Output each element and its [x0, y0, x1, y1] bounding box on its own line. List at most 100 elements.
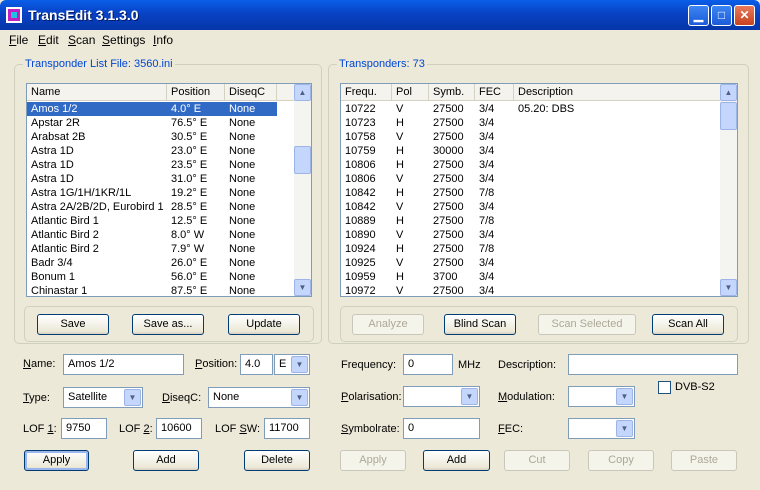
column-description[interactable]: Description	[514, 84, 722, 101]
transponder-row[interactable]: 10722 V 27500 3/4 05.20: DBS	[341, 102, 722, 116]
transponder-row[interactable]: 10890 V 27500 3/4	[341, 228, 722, 242]
satellite-row[interactable]: Atlantic Bird 2 8.0° W None	[27, 228, 277, 242]
scroll-down-arrow-icon[interactable]: ▼	[720, 279, 737, 296]
menu-file[interactable]: File	[9, 33, 28, 47]
satellite-position-cell: 56.0° E	[171, 271, 208, 283]
fec-cell: 3/4	[479, 285, 495, 297]
column-name[interactable]: Name	[27, 84, 167, 101]
title-bar[interactable]: TransEdit 3.1.3.0 ▁ □ ✕	[0, 0, 760, 30]
satellite-position-cell: 12.5° E	[171, 215, 208, 227]
fec-cell: 3/4	[479, 103, 495, 115]
transponder-row[interactable]: 10842 V 27500 3/4	[341, 200, 722, 214]
column-position[interactable]: Position	[167, 84, 225, 101]
satellite-row[interactable]: Astra 1D 31.0° E None	[27, 172, 277, 186]
type-select[interactable]: Satellite ▼	[63, 387, 143, 408]
transponder-row[interactable]: 10924 H 27500 7/8	[341, 242, 722, 256]
menu-info[interactable]: Info	[153, 33, 173, 47]
transponder-row[interactable]: 10806 H 27500 3/4	[341, 158, 722, 172]
satellite-row[interactable]: Arabsat 2B 30.5° E None	[27, 130, 277, 144]
polarisation-cell: H	[396, 271, 404, 283]
menu-settings[interactable]: Settings	[102, 33, 145, 47]
transponder-row[interactable]: 10723 H 27500 3/4	[341, 116, 722, 130]
cut-button[interactable]: Cut	[504, 450, 570, 471]
menu-scan[interactable]: Scan	[68, 33, 95, 47]
paste-button[interactable]: Paste	[671, 450, 737, 471]
satellite-name-cell: Astra 1D	[31, 159, 74, 171]
scan-all-button[interactable]: Scan All	[652, 314, 724, 335]
delete-button[interactable]: Delete	[244, 450, 310, 471]
fec-select[interactable]: ▼	[568, 418, 635, 439]
update-button[interactable]: Update	[228, 314, 300, 335]
blind-scan-button[interactable]: Blind Scan	[444, 314, 516, 335]
scroll-thumb[interactable]	[294, 146, 311, 174]
symbolrate-input[interactable]: 0	[403, 418, 480, 439]
column-frequency[interactable]: Frequ.	[341, 84, 392, 101]
satellite-row[interactable]: Atlantic Bird 2 7.9° W None	[27, 242, 277, 256]
transponder-row[interactable]: 10758 V 27500 3/4	[341, 130, 722, 144]
chevron-down-icon[interactable]: ▼	[291, 356, 308, 373]
transponder-row[interactable]: 10806 V 27500 3/4	[341, 172, 722, 186]
chevron-down-icon[interactable]: ▼	[291, 389, 308, 406]
description-input[interactable]	[568, 354, 738, 375]
chevron-down-icon[interactable]: ▼	[616, 420, 633, 437]
lofsw-input[interactable]: 11700	[264, 418, 310, 439]
satellite-diseqc-cell: None	[229, 103, 256, 115]
transponder-row[interactable]: 10889 H 27500 7/8	[341, 214, 722, 228]
left-add-button[interactable]: Add	[133, 450, 199, 471]
close-button[interactable]: ✕	[734, 5, 755, 26]
lof2-input[interactable]: 10600	[156, 418, 202, 439]
scroll-thumb[interactable]	[720, 102, 737, 130]
position-direction-select[interactable]: E ▼	[274, 354, 310, 375]
transponder-row[interactable]: 10959 H 3700 3/4	[341, 270, 722, 284]
transponder-list[interactable]: Frequ. Pol Symb. FEC Description 10722 V 2…	[340, 83, 738, 297]
save-button[interactable]: Save	[37, 314, 109, 335]
column-diseqc[interactable]: DiseqC	[225, 84, 277, 101]
right-apply-button[interactable]: Apply	[340, 450, 406, 471]
satellite-row[interactable]: Astra 1D 23.0° E None	[27, 144, 277, 158]
polarisation-select[interactable]: ▼	[403, 386, 480, 407]
scan-selected-button[interactable]: Scan Selected	[538, 314, 636, 335]
chevron-down-icon[interactable]: ▼	[461, 388, 478, 405]
satellite-row[interactable]: Astra 1G/1H/1KR/1L 19.2° E None	[27, 186, 277, 200]
lof1-input[interactable]: 9750	[61, 418, 107, 439]
right-add-button[interactable]: Add	[423, 450, 490, 471]
minimize-button[interactable]: ▁	[688, 5, 709, 26]
modulation-select[interactable]: ▼	[568, 386, 635, 407]
satellite-list-scrollbar[interactable]: ▲ ▼	[294, 84, 311, 296]
scroll-up-arrow-icon[interactable]: ▲	[294, 84, 311, 101]
save-as-button[interactable]: Save as...	[132, 314, 204, 335]
menu-edit[interactable]: Edit	[38, 33, 59, 47]
scroll-down-arrow-icon[interactable]: ▼	[294, 279, 311, 296]
column-symbolrate[interactable]: Symb.	[429, 84, 475, 101]
name-input[interactable]: Amos 1/2	[63, 354, 184, 375]
satellite-row[interactable]: Amos 1/2 4.0° E None	[27, 102, 277, 116]
transponder-row[interactable]: 10972 V 27500 3/4	[341, 284, 722, 297]
chevron-down-icon[interactable]: ▼	[616, 388, 633, 405]
satellite-row[interactable]: Chinastar 1 87.5° E None	[27, 284, 277, 296]
transponder-list-scrollbar[interactable]: ▲ ▼	[720, 84, 737, 296]
chevron-down-icon[interactable]: ▼	[124, 389, 141, 406]
copy-button[interactable]: Copy	[588, 450, 654, 471]
left-apply-button[interactable]: Apply	[24, 450, 89, 471]
frequency-label: Frequency:	[341, 359, 397, 371]
satellite-row[interactable]: Apstar 2R 76.5° E None	[27, 116, 277, 130]
transponder-row[interactable]: 10842 H 27500 7/8	[341, 186, 722, 200]
frequency-input[interactable]: 0	[403, 354, 453, 375]
satellite-row[interactable]: Atlantic Bird 1 12.5° E None	[27, 214, 277, 228]
satellite-list[interactable]: Name Position DiseqC Amos 1/2 4.0° E None A…	[26, 83, 312, 297]
satellite-row[interactable]: Badr 3/4 26.0° E None	[27, 256, 277, 270]
symbolrate-cell: 30000	[433, 145, 464, 157]
satellite-row[interactable]: Bonum 1 56.0° E None	[27, 270, 277, 284]
dvb-s2-checkbox[interactable]	[658, 381, 671, 394]
transponder-row[interactable]: 10925 V 27500 3/4	[341, 256, 722, 270]
diseqc-select[interactable]: None ▼	[208, 387, 310, 408]
transponder-row[interactable]: 10759 H 30000 3/4	[341, 144, 722, 158]
position-input[interactable]: 4.0	[240, 354, 273, 375]
scroll-up-arrow-icon[interactable]: ▲	[720, 84, 737, 101]
satellite-row[interactable]: Astra 2A/2B/2D, Eurobird 1 28.5° E None	[27, 200, 277, 214]
maximize-button[interactable]: □	[711, 5, 732, 26]
column-fec[interactable]: FEC	[475, 84, 514, 101]
column-polarisation[interactable]: Pol	[392, 84, 429, 101]
analyze-button[interactable]: Analyze	[352, 314, 424, 335]
satellite-row[interactable]: Astra 1D 23.5° E None	[27, 158, 277, 172]
